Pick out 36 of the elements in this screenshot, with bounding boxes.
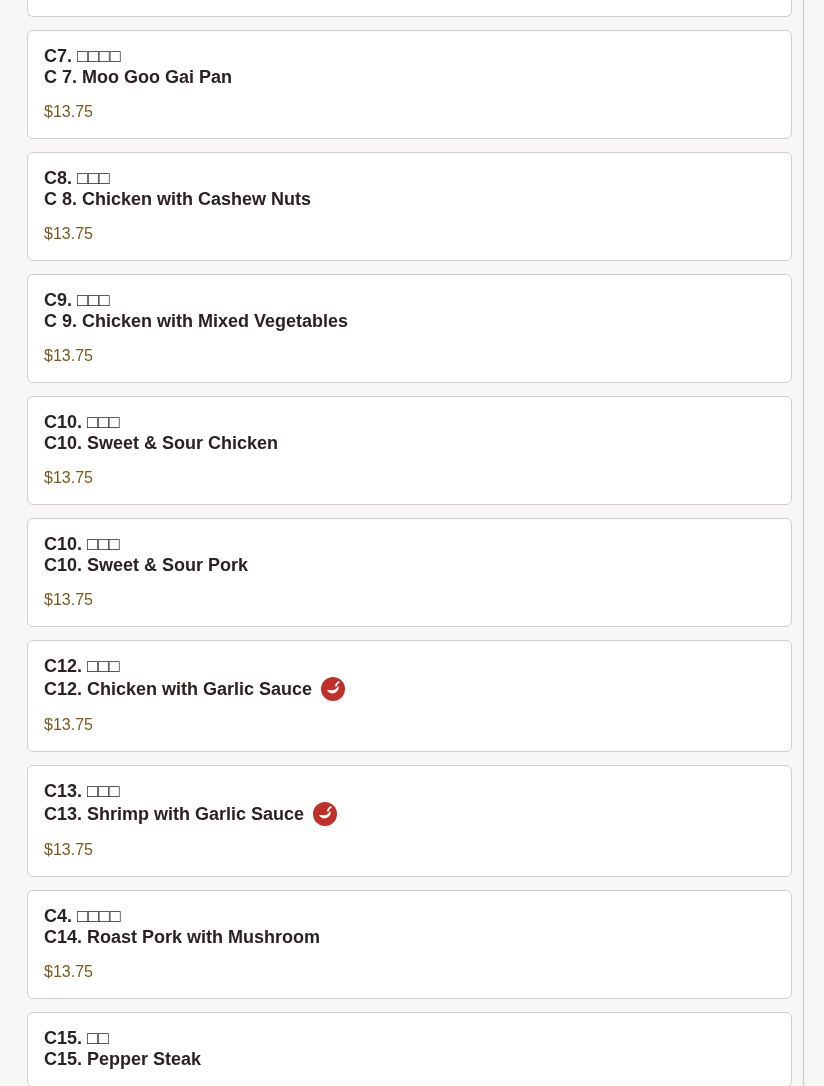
price: $13.75 xyxy=(44,590,93,610)
dish-code-name: C4. □□□□ xyxy=(44,906,121,927)
dish-code-name: C13. □□□ xyxy=(44,781,120,802)
price: $13.75 xyxy=(44,468,93,488)
menu-card[interactable] xyxy=(27,0,792,17)
dish-name: C13. Shrimp with Garlic Sauce xyxy=(44,803,305,825)
price: $13.75 xyxy=(44,962,93,982)
price: $13.75 xyxy=(44,346,93,366)
price: $13.75 xyxy=(44,840,93,860)
menu-card[interactable]: C13. □□□ C13. Shrimp with Garlic Sauce $13.75 xyxy=(27,765,792,877)
menu-card[interactable]: C7. □□□□ C 7. Moo Goo Gai Pan $13.75 xyxy=(27,30,792,139)
menu-card[interactable]: C4. □□□□ C14. Roast Pork with Mushroom $13.75 xyxy=(27,890,792,999)
menu-card[interactable]: C8. □□□ C 8. Chicken with Cashew Nuts $13.75 xyxy=(27,152,792,261)
dish-name: C12. Chicken with Garlic Sauce xyxy=(44,678,313,700)
menu-card[interactable]: C10. □□□ C10. Sweet & Sour Pork $13.75 xyxy=(27,518,792,627)
dish-name: C 8. Chicken with Cashew Nuts xyxy=(44,189,312,210)
dish-name: C10. Sweet & Sour Pork xyxy=(44,555,249,576)
dish-name: C15. Pepper Steak xyxy=(44,1049,202,1070)
dish-code-name: C12. □□□ xyxy=(44,656,120,677)
dish-name: C14. Roast Pork with Mushroom xyxy=(44,927,321,948)
menu-card[interactable]: C12. □□□ C12. Chicken with Garlic Sauce $13.75 xyxy=(27,640,792,752)
price: $13.75 xyxy=(44,102,93,122)
price: $13.75 xyxy=(44,715,93,735)
dish-name: C 7. Moo Goo Gai Pan xyxy=(44,67,232,88)
dish-code-name: C10. □□□ xyxy=(44,412,120,433)
dish-code-name: C7. □□□□ xyxy=(44,46,121,67)
dish-code-name: C9. □□□ xyxy=(44,290,110,311)
menu-card[interactable]: C10. □□□ C10. Sweet & Sour Chicken $13.75 xyxy=(27,396,792,505)
dish-name: C 9. Chicken with Mixed Vegetables xyxy=(44,311,349,332)
dish-code-name: C15. □□ xyxy=(44,1028,109,1049)
price: $13.75 xyxy=(44,224,93,244)
dish-code-name: C8. □□□ xyxy=(44,168,110,189)
dish-code-name: C10. □□□ xyxy=(44,534,120,555)
menu-card[interactable]: C15. □□ C15. Pepper Steak xyxy=(27,1012,792,1086)
menu-card[interactable]: C9. □□□ C 9. Chicken with Mixed Vegetables $13.75 xyxy=(27,274,792,383)
dish-name: C10. Sweet & Sour Chicken xyxy=(44,433,279,454)
